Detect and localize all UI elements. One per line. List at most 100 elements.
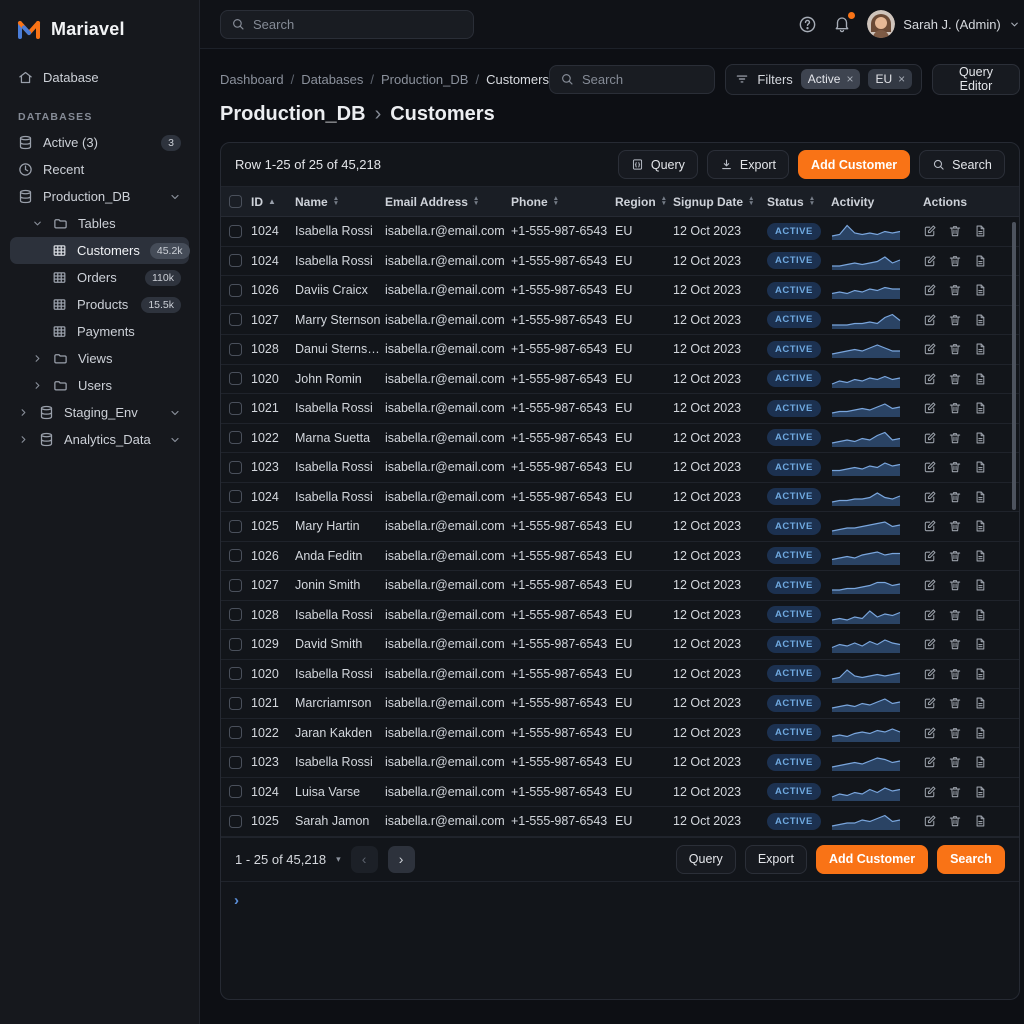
row-checkbox[interactable]	[229, 667, 242, 680]
breadcrumb-customers[interactable]: Customers	[486, 72, 549, 87]
expand-chevron-icon[interactable]: ›	[234, 892, 239, 909]
delete-icon[interactable]	[948, 726, 962, 740]
table-row[interactable]: 1020 John Romin isabella.r@email.com +1-…	[221, 365, 1019, 395]
edit-icon[interactable]	[923, 283, 937, 297]
table-row[interactable]: 1024 Isabella Rossi isabella.r@email.com…	[221, 217, 1019, 247]
chevron-down-icon[interactable]	[169, 407, 181, 419]
table-row[interactable]: 1026 Anda Feditn isabella.r@email.com +1…	[221, 542, 1019, 572]
delete-icon[interactable]	[948, 313, 962, 327]
edit-icon[interactable]	[923, 755, 937, 769]
document-icon[interactable]	[973, 342, 987, 356]
edit-icon[interactable]	[923, 814, 937, 828]
delete-icon[interactable]	[948, 519, 962, 533]
close-icon[interactable]: ×	[846, 72, 853, 86]
query-button[interactable]: Query	[618, 150, 698, 179]
sidebar-item-analytics-data[interactable]: Analytics_Data	[10, 426, 189, 453]
document-icon[interactable]	[973, 460, 987, 474]
chevron-down-icon[interactable]	[169, 434, 181, 446]
delete-icon[interactable]	[948, 372, 962, 386]
delete-icon[interactable]	[948, 755, 962, 769]
edit-icon[interactable]	[923, 431, 937, 445]
add-customer-button-footer[interactable]: Add Customer	[816, 845, 928, 874]
table-row[interactable]: 1025 Sarah Jamon isabella.r@email.com +1…	[221, 807, 1019, 837]
document-icon[interactable]	[973, 519, 987, 533]
document-icon[interactable]	[973, 755, 987, 769]
filters-group[interactable]: Filters Active × EU ×	[725, 64, 922, 95]
caret-down-icon[interactable]: ▾	[336, 854, 341, 865]
filter-chip-active[interactable]: Active ×	[801, 69, 861, 89]
document-icon[interactable]	[973, 254, 987, 268]
column-header-status[interactable]: Status ▲▼	[767, 195, 831, 209]
sidebar-item-staging-env[interactable]: Staging_Env	[10, 399, 189, 426]
sidebar-item-recent[interactable]: Recent	[10, 156, 189, 183]
row-checkbox[interactable]	[229, 520, 242, 533]
row-checkbox[interactable]	[229, 726, 242, 739]
table-row[interactable]: 1024 Luisa Varse isabella.r@email.com +1…	[221, 778, 1019, 808]
edit-icon[interactable]	[923, 460, 937, 474]
delete-icon[interactable]	[948, 254, 962, 268]
global-search[interactable]	[220, 10, 474, 39]
row-checkbox[interactable]	[229, 638, 242, 651]
table-row[interactable]: 1028 Isabella Rossi isabella.r@email.com…	[221, 601, 1019, 631]
table-row[interactable]: 1024 Isabella Rossi isabella.r@email.com…	[221, 247, 1019, 277]
row-checkbox[interactable]	[229, 431, 242, 444]
row-checkbox[interactable]	[229, 372, 242, 385]
edit-icon[interactable]	[923, 342, 937, 356]
sidebar-item-database[interactable]: Database	[10, 64, 189, 91]
delete-icon[interactable]	[948, 667, 962, 681]
document-icon[interactable]	[973, 814, 987, 828]
table-row[interactable]: 1021 Marcriamrson isabella.r@email.com +…	[221, 689, 1019, 719]
row-checkbox[interactable]	[229, 490, 242, 503]
table-scrollbar[interactable]	[1012, 222, 1016, 510]
export-button-footer[interactable]: Export	[745, 845, 807, 874]
document-icon[interactable]	[973, 637, 987, 651]
delete-icon[interactable]	[948, 431, 962, 445]
chevron-down-icon[interactable]	[169, 191, 181, 203]
export-button[interactable]: Export	[707, 150, 789, 179]
row-checkbox[interactable]	[229, 461, 242, 474]
edit-icon[interactable]	[923, 254, 937, 268]
row-checkbox[interactable]	[229, 254, 242, 267]
delete-icon[interactable]	[948, 549, 962, 563]
row-checkbox[interactable]	[229, 579, 242, 592]
document-icon[interactable]	[973, 401, 987, 415]
column-header-email[interactable]: Email Address ▲▼	[385, 195, 511, 209]
column-header-id[interactable]: ID ▲	[251, 195, 295, 209]
row-checkbox[interactable]	[229, 343, 242, 356]
sidebar-item-active[interactable]: Active (3) 3	[10, 129, 189, 156]
table-row[interactable]: 1022 Marna Suetta isabella.r@email.com +…	[221, 424, 1019, 454]
sidebar-item-views[interactable]: Views	[10, 345, 189, 372]
document-icon[interactable]	[973, 313, 987, 327]
row-checkbox[interactable]	[229, 697, 242, 710]
sidebar-item-production-db[interactable]: Production_DB	[10, 183, 189, 210]
table-row[interactable]: 1021 Isabella Rossi isabella.r@email.com…	[221, 394, 1019, 424]
edit-icon[interactable]	[923, 549, 937, 563]
edit-icon[interactable]	[923, 519, 937, 533]
query-button-footer[interactable]: Query	[676, 845, 736, 874]
table-row[interactable]: 1023 Isabella Rossi isabella.r@email.com…	[221, 748, 1019, 778]
table-row[interactable]: 1028 Danui Sternson isabella.r@email.com…	[221, 335, 1019, 365]
edit-icon[interactable]	[923, 608, 937, 622]
table-row[interactable]: 1029 David Smith isabella.r@email.com +1…	[221, 630, 1019, 660]
delete-icon[interactable]	[948, 342, 962, 356]
user-menu[interactable]: Sarah J. (Admin)	[867, 10, 1020, 38]
document-icon[interactable]	[973, 431, 987, 445]
close-icon[interactable]: ×	[898, 72, 905, 86]
table-row[interactable]: 1025 Mary Hartin isabella.r@email.com +1…	[221, 512, 1019, 542]
delete-icon[interactable]	[948, 608, 962, 622]
global-search-input[interactable]	[253, 17, 463, 32]
sidebar-item-products[interactable]: Products 15.5k	[10, 291, 189, 318]
edit-icon[interactable]	[923, 401, 937, 415]
edit-icon[interactable]	[923, 372, 937, 386]
document-icon[interactable]	[973, 549, 987, 563]
sidebar-item-users[interactable]: Users	[10, 372, 189, 399]
document-icon[interactable]	[973, 667, 987, 681]
row-checkbox[interactable]	[229, 785, 242, 798]
help-icon[interactable]	[798, 15, 817, 34]
sidebar-item-orders[interactable]: Orders 110k	[10, 264, 189, 291]
table-row[interactable]: 1026 Daviis Craicx isabella.r@email.com …	[221, 276, 1019, 306]
delete-icon[interactable]	[948, 696, 962, 710]
edit-icon[interactable]	[923, 490, 937, 504]
document-icon[interactable]	[973, 608, 987, 622]
table-row[interactable]: 1024 Isabella Rossi isabella.r@email.com…	[221, 483, 1019, 513]
